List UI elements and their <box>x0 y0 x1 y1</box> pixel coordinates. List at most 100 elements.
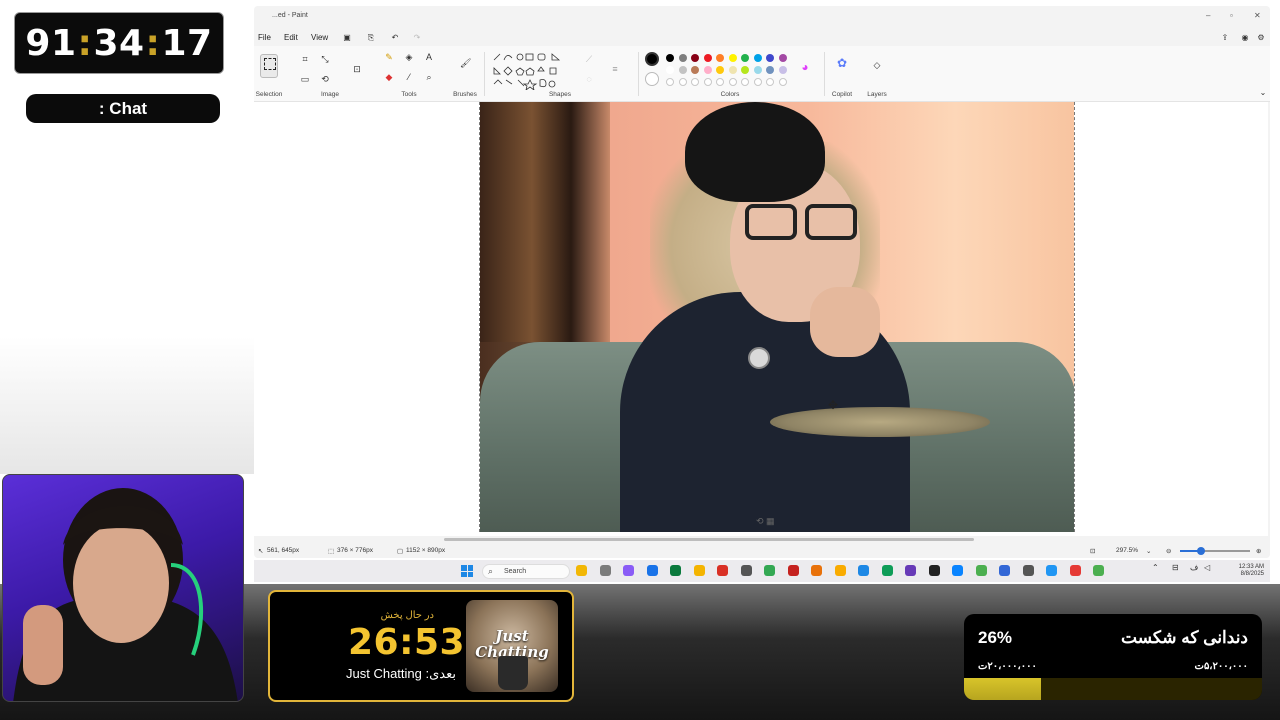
network-icon[interactable]: ⊟ <box>1172 564 1179 572</box>
language-icon[interactable]: ف <box>1190 564 1198 572</box>
zoom-in-icon[interactable]: ⊕ <box>1256 547 1261 555</box>
settings-icon[interactable]: ⚙ <box>1256 33 1266 43</box>
color-swatch[interactable] <box>716 54 724 62</box>
taskbar-app-icon[interactable] <box>1093 565 1104 576</box>
start-icon[interactable] <box>461 565 473 577</box>
chevron-up-icon[interactable]: ⌃ <box>1152 564 1159 572</box>
color-picker-icon[interactable]: ⁄ <box>404 72 414 82</box>
taskbar-app-icon[interactable] <box>811 565 822 576</box>
open-icon[interactable]: ⎘ <box>366 33 376 43</box>
minimize-icon[interactable]: – <box>1206 11 1210 20</box>
image-select-icon[interactable]: ▭ <box>300 74 310 84</box>
color-swatch[interactable] <box>691 54 699 62</box>
taskbar-app-icon[interactable] <box>858 565 869 576</box>
color-swatch[interactable] <box>741 54 749 62</box>
crop-icon[interactable]: ⌗ <box>300 54 310 64</box>
taskbar-app-icon[interactable] <box>599 565 611 576</box>
zoom-dropdown-icon[interactable]: ⌄ <box>1146 547 1151 555</box>
taskbar-app-icon[interactable] <box>999 565 1010 576</box>
taskbar-app-icon[interactable] <box>670 565 681 576</box>
color-swatch[interactable] <box>666 54 674 62</box>
selection-tool[interactable] <box>260 54 278 78</box>
size-icon[interactable]: ≡ <box>610 64 620 74</box>
taskbar-app-icon[interactable] <box>1069 565 1081 576</box>
taskbar-app-icon[interactable] <box>764 565 775 576</box>
floating-toolbar[interactable]: ⟲ ▦ <box>756 516 775 527</box>
volume-icon[interactable]: ◁ <box>1204 564 1210 572</box>
resize-icon[interactable]: ⤡ <box>320 54 330 64</box>
text-icon[interactable]: A <box>424 52 434 62</box>
taskbar-app-icon[interactable] <box>881 565 893 576</box>
custom-color-slot[interactable] <box>741 78 749 86</box>
shapes-gallery[interactable] <box>490 50 580 90</box>
custom-color-slot[interactable] <box>753 78 762 86</box>
color-swatch[interactable] <box>728 54 737 62</box>
canvas-image[interactable] <box>479 102 1075 532</box>
canvas-area[interactable]: ✥ ⟲ ▦ <box>254 102 1268 536</box>
color-swatch[interactable] <box>728 66 737 74</box>
outline-icon[interactable]: ⟋ <box>584 54 594 64</box>
taskbar-app-icon[interactable] <box>693 565 705 576</box>
share-icon[interactable]: ⇪ <box>1220 33 1230 43</box>
color-swatch[interactable] <box>703 54 712 62</box>
color-swatch[interactable] <box>778 66 787 74</box>
color-swatch[interactable] <box>741 66 749 74</box>
color-swatch[interactable] <box>703 66 712 74</box>
taskbar-app-icon[interactable] <box>975 565 987 576</box>
layers-icon[interactable]: ◇ <box>872 60 882 70</box>
zoom-out-icon[interactable]: ⊖ <box>1166 547 1171 555</box>
color-swatch[interactable] <box>766 54 774 62</box>
custom-color-slot[interactable] <box>691 78 699 86</box>
brush-icon[interactable]: 🖌 <box>460 58 471 68</box>
close-icon[interactable]: ✕ <box>1254 11 1261 20</box>
zoom-value[interactable]: 297.5% <box>1116 547 1138 554</box>
taskbar-app-icon[interactable] <box>646 565 658 576</box>
zoom-slider-thumb[interactable] <box>1197 547 1205 555</box>
color-swatch[interactable] <box>753 54 762 62</box>
custom-color-slot[interactable] <box>728 78 737 86</box>
copilot-icon[interactable]: ✿ <box>837 57 847 69</box>
horizontal-scrollbar[interactable] <box>444 538 974 541</box>
pencil-icon[interactable]: ✎ <box>384 52 394 62</box>
custom-color-slot[interactable] <box>678 78 687 86</box>
color-swatch[interactable] <box>766 66 774 74</box>
custom-color-slot[interactable] <box>716 78 724 86</box>
taskbar-app-icon[interactable] <box>787 565 799 576</box>
eraser-icon[interactable]: ◆ <box>384 72 394 82</box>
edit-colors-icon[interactable]: ◕ <box>800 61 810 73</box>
taskbar-app-icon[interactable] <box>905 565 916 576</box>
taskbar-app-icon[interactable] <box>576 565 587 576</box>
taskbar-app-icon[interactable] <box>623 565 634 576</box>
taskbar-app-icon[interactable] <box>717 565 728 576</box>
custom-color-slot[interactable] <box>703 78 712 86</box>
secondary-color[interactable] <box>645 72 659 86</box>
color-swatch[interactable] <box>678 54 687 62</box>
taskbar-app-icon[interactable] <box>740 565 752 576</box>
color-swatch[interactable] <box>691 66 699 74</box>
custom-color-slot[interactable] <box>766 78 774 86</box>
taskbar-search[interactable]: ⌕ Search <box>482 564 570 579</box>
redo-icon[interactable]: ↷ <box>412 33 422 43</box>
taskbar-app-icon[interactable] <box>952 565 963 576</box>
primary-color[interactable] <box>645 52 659 66</box>
color-swatch[interactable] <box>753 66 762 74</box>
fill-icon[interactable]: ◈ <box>404 52 414 62</box>
clock[interactable]: 12:33 AM 8/8/2025 <box>1219 564 1264 578</box>
save-icon[interactable]: ▣ <box>342 33 352 43</box>
color-swatch[interactable] <box>716 66 724 74</box>
remove-background-icon[interactable]: ⊡ <box>352 64 362 74</box>
fit-icon[interactable]: ⊡ <box>1090 547 1095 555</box>
account-icon[interactable]: ◉ <box>1240 33 1250 43</box>
taskbar-app-icon[interactable] <box>1046 565 1057 576</box>
custom-color-slot[interactable] <box>666 78 674 86</box>
menu-edit[interactable]: Edit <box>284 33 298 42</box>
menu-file[interactable]: File <box>258 33 271 42</box>
chevron-down-icon[interactable]: ⌄ <box>1258 88 1268 98</box>
magnifier-icon[interactable]: ⌕ <box>424 72 434 82</box>
color-swatch[interactable] <box>666 66 674 74</box>
taskbar-app-icon[interactable] <box>834 565 846 576</box>
maximize-icon[interactable]: ▫ <box>1230 11 1233 20</box>
undo-icon[interactable]: ↶ <box>390 33 400 43</box>
color-swatch[interactable] <box>778 54 787 62</box>
menu-view[interactable]: View <box>311 33 328 42</box>
